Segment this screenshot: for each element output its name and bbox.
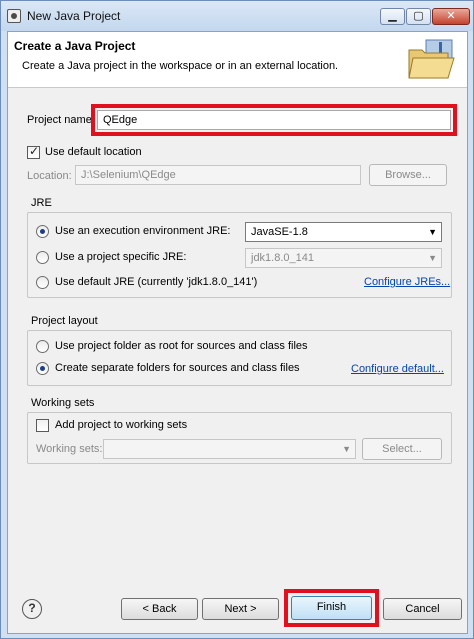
minimize-button[interactable]: ▁ — [380, 8, 405, 25]
banner-title: Create a Java Project — [14, 39, 136, 53]
finish-button[interactable]: Finish — [291, 596, 372, 620]
banner-description: Create a Java project in the workspace o… — [22, 60, 339, 72]
location-label: Location: — [27, 170, 72, 182]
title-bar[interactable]: New Java Project ▁ ▢ ✕ — [1, 1, 473, 31]
use-default-location-label: Use default location — [45, 146, 142, 158]
new-java-project-window: New Java Project ▁ ▢ ✕ Create a Java Pro… — [0, 0, 474, 639]
jre-env-label: Use an execution environment JRE: — [55, 225, 231, 237]
project-layout-group-title: Project layout — [31, 315, 98, 327]
back-button[interactable]: < Back — [121, 598, 198, 620]
jre-default-label: Use default JRE (currently 'jdk1.8.0_141… — [55, 276, 258, 288]
checkmark-icon: ✓ — [29, 144, 40, 158]
jre-env-select-value: JavaSE-1.8 — [251, 226, 308, 238]
eclipse-icon — [7, 9, 21, 23]
jre-specific-radio[interactable] — [36, 251, 49, 264]
add-to-working-sets-checkbox[interactable] — [36, 419, 49, 432]
jre-specific-label: Use a project specific JRE: — [55, 251, 187, 263]
browse-button[interactable]: Browse... — [369, 164, 447, 186]
working-sets-group: Add project to working sets Working sets… — [27, 412, 452, 464]
folder-wizard-icon — [408, 39, 455, 79]
layout-root-radio[interactable] — [36, 340, 49, 353]
working-sets-label: Working sets: — [36, 443, 103, 455]
jre-group: Use an execution environment JRE: JavaSE… — [27, 212, 452, 298]
help-icon[interactable]: ? — [22, 599, 42, 619]
next-button[interactable]: Next > — [202, 598, 279, 620]
project-name-label: Project name: — [27, 114, 95, 126]
jre-specific-select-value: jdk1.8.0_141 — [251, 252, 314, 264]
jre-default-radio[interactable] — [36, 276, 49, 289]
dropdown-arrow-icon: ▼ — [428, 227, 437, 237]
select-working-sets-button[interactable]: Select... — [362, 438, 442, 460]
jre-group-title: JRE — [31, 197, 52, 209]
jre-env-select[interactable]: JavaSE-1.8 ▼ — [245, 222, 442, 242]
jre-specific-select[interactable]: jdk1.8.0_141 ▼ — [245, 248, 442, 268]
dropdown-arrow-icon: ▼ — [428, 253, 437, 263]
configure-jres-link[interactable]: Configure JREs... — [364, 276, 450, 288]
cancel-button[interactable]: Cancel — [383, 598, 462, 620]
working-sets-group-title: Working sets — [31, 397, 95, 409]
maximize-button[interactable]: ▢ — [406, 8, 431, 25]
layout-separate-label: Create separate folders for sources and … — [55, 362, 300, 374]
layout-root-label: Use project folder as root for sources a… — [55, 340, 308, 352]
location-input[interactable]: J:\Selenium\QEdge — [75, 165, 361, 185]
project-name-input[interactable]: QEdge — [97, 110, 451, 130]
project-layout-group: Use project folder as root for sources a… — [27, 330, 452, 386]
layout-separate-radio[interactable] — [36, 362, 49, 375]
dialog-client-area: Create a Java Project Create a Java proj… — [7, 31, 468, 634]
jre-env-radio[interactable] — [36, 225, 49, 238]
window-title: New Java Project — [27, 9, 121, 23]
configure-default-link[interactable]: Configure default... — [351, 363, 444, 375]
close-button[interactable]: ✕ — [432, 8, 470, 25]
working-sets-select[interactable]: ▼ — [103, 439, 356, 459]
add-to-working-sets-label: Add project to working sets — [55, 419, 188, 431]
use-default-location-checkbox[interactable]: ✓ — [27, 144, 40, 159]
dropdown-arrow-icon: ▼ — [342, 444, 351, 454]
wizard-banner: Create a Java Project Create a Java proj… — [8, 32, 467, 88]
